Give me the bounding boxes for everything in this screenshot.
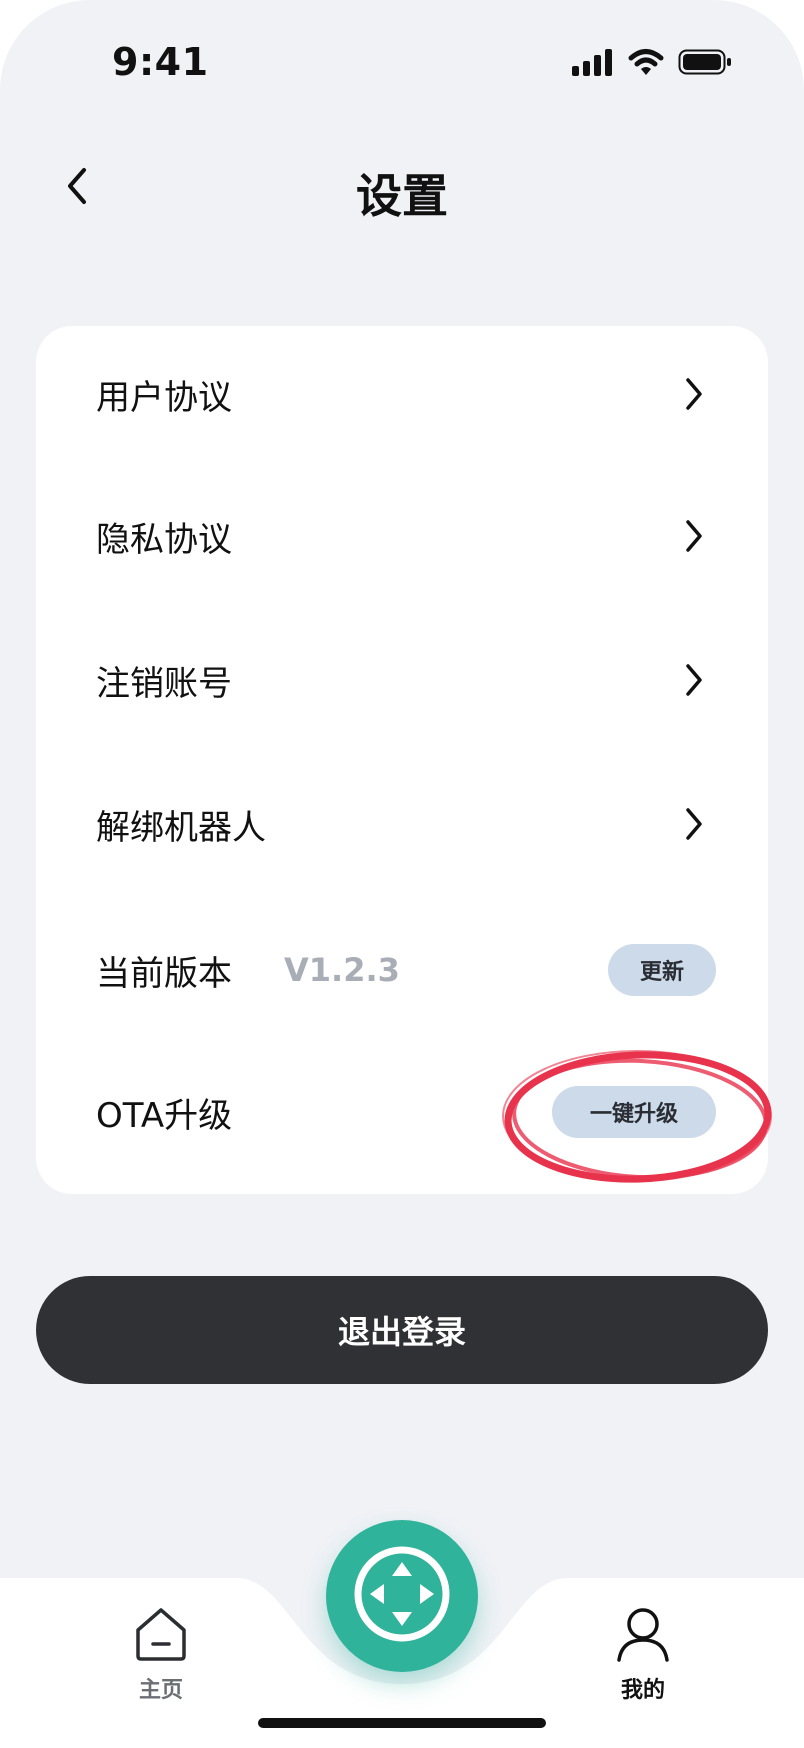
chevron-right-icon [680, 374, 708, 414]
status-bar: 9:41 [0, 0, 804, 130]
settings-item-label: 解绑机器人 [96, 807, 266, 848]
settings-card: 用户协议 隐私协议 注销账号 解绑机器人 当前版本 V1.2.3 更新 OTA升… [36, 326, 768, 1194]
signal-icon [570, 48, 614, 76]
tab-mine[interactable]: 我的 [583, 1606, 703, 1716]
version-label: 当前版本 [96, 953, 232, 994]
user-icon [614, 1606, 672, 1666]
settings-item-label: 用户协议 [96, 377, 232, 418]
wifi-icon [628, 48, 664, 76]
logout-button[interactable]: 退出登录 [36, 1276, 768, 1384]
status-icons [570, 48, 732, 76]
page-title: 设置 [356, 169, 448, 223]
settings-item-unbind-robot[interactable]: 解绑机器人 [36, 764, 768, 884]
settings-item-label: 注销账号 [96, 663, 232, 704]
settings-item-privacy-agreement[interactable]: 隐私协议 [36, 476, 768, 596]
chevron-right-icon [680, 660, 708, 700]
status-time: 9:41 [112, 40, 209, 84]
direction-pad-icon [352, 1544, 452, 1648]
settings-item-label: 隐私协议 [96, 519, 232, 560]
one-click-upgrade-button[interactable]: 一键升级 [552, 1086, 716, 1138]
tab-home-label: 主页 [138, 1678, 183, 1703]
tab-home[interactable]: 主页 [101, 1606, 221, 1716]
home-icon [132, 1606, 190, 1666]
settings-item-user-agreement[interactable]: 用户协议 [36, 334, 768, 454]
settings-item-delete-account[interactable]: 注销账号 [36, 620, 768, 740]
home-indicator [258, 1718, 546, 1728]
version-value: V1.2.3 [284, 951, 400, 989]
ota-label: OTA升级 [96, 1095, 233, 1136]
phone-screen: 9:41 设置 用户协议 隐私协议 注销账号 解绑机器人 当前版本 V1.2.3… [0, 0, 804, 1748]
center-control-button[interactable] [326, 1520, 478, 1672]
chevron-right-icon [680, 804, 708, 844]
settings-item-ota-upgrade: OTA升级 一键升级 [36, 1052, 768, 1172]
settings-item-current-version: 当前版本 V1.2.3 更新 [36, 910, 768, 1030]
battery-icon [678, 48, 732, 76]
tab-mine-label: 我的 [620, 1678, 665, 1703]
update-button[interactable]: 更新 [608, 944, 716, 996]
chevron-right-icon [680, 516, 708, 556]
